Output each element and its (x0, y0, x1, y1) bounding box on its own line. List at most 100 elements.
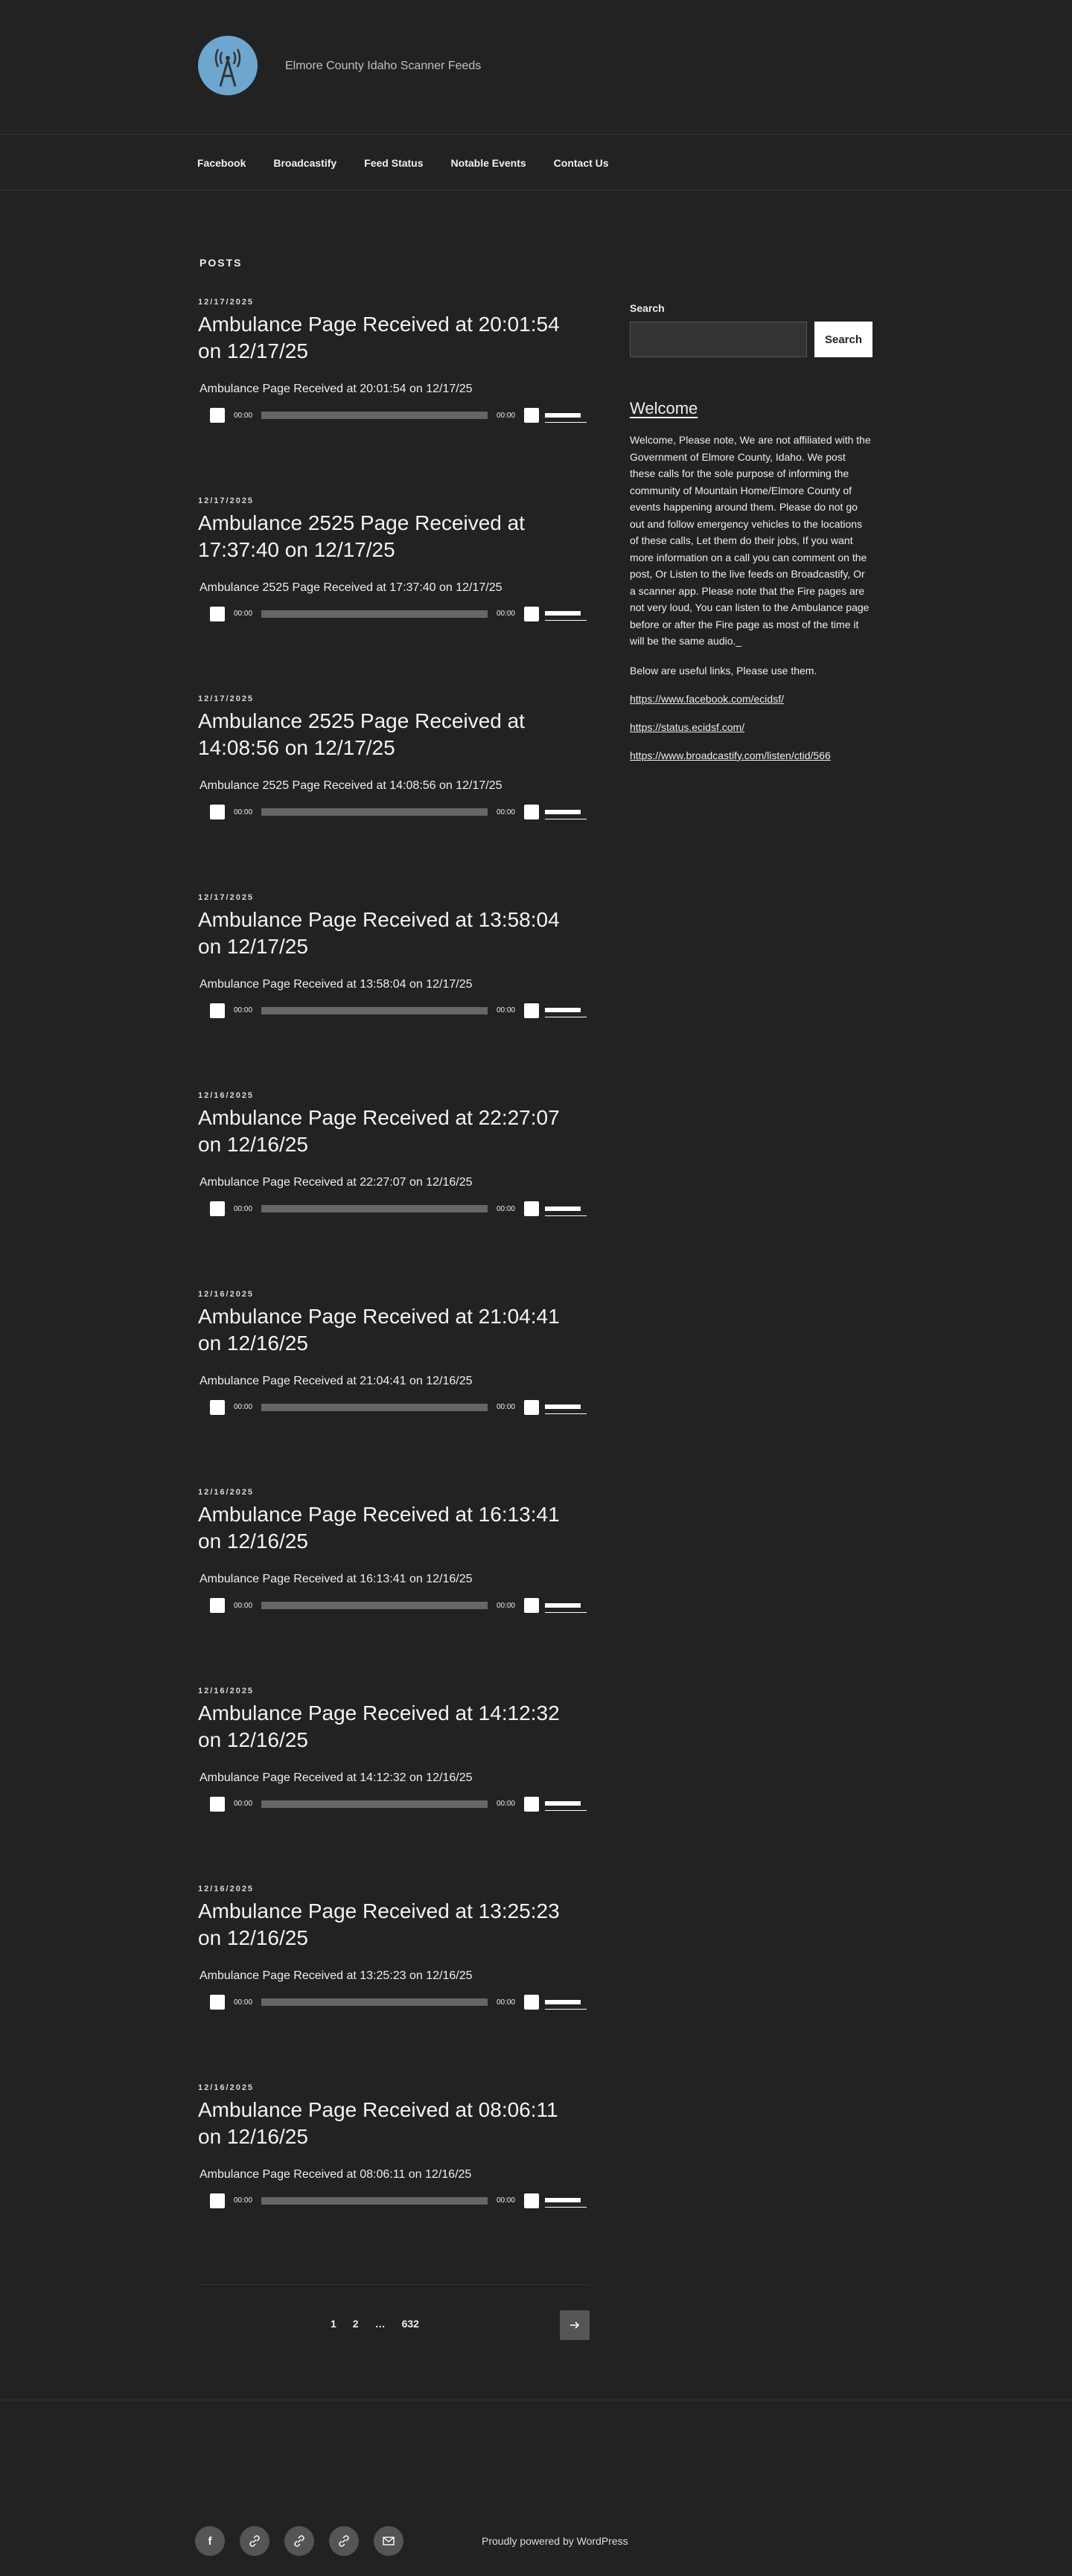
nav-item-notable-events[interactable]: Notable Events (451, 157, 526, 169)
duration-time: 00:00 (496, 1204, 515, 1213)
play-button[interactable] (210, 2193, 225, 2208)
link-icon[interactable] (240, 2526, 269, 2556)
facebook-link[interactable]: https://www.facebook.com/ecidsf/ (630, 693, 872, 705)
post-list: 12/17/2025 Ambulance Page Received at 20… (198, 298, 587, 2281)
audio-progress-bar[interactable] (261, 808, 488, 816)
duration-time: 00:00 (496, 1006, 515, 1014)
post-title[interactable]: Ambulance Page Received at 13:25:23 on 1… (198, 1898, 585, 1952)
audio-progress-bar[interactable] (261, 412, 488, 419)
mute-button[interactable] (524, 606, 539, 621)
play-button[interactable] (210, 1003, 225, 1018)
post-excerpt: Ambulance Page Received at 13:25:23 on 1… (200, 1969, 473, 1982)
play-button[interactable] (210, 1796, 225, 1812)
page-link-1[interactable]: 1 (331, 2318, 336, 2330)
play-icon (215, 1007, 220, 1014)
status-link[interactable]: https://status.ecidsf.com/ (630, 721, 872, 733)
play-button[interactable] (210, 805, 225, 819)
chain-link-glyph (249, 2535, 260, 2547)
post-date[interactable]: 12/16/2025 (198, 1885, 587, 1893)
arrow-right-icon (570, 2321, 580, 2329)
volume-slider[interactable] (545, 1599, 587, 1613)
audio-player: 00:00 00:00 (200, 802, 587, 822)
page-link-last[interactable]: 632 (402, 2318, 419, 2330)
site-logo[interactable] (198, 36, 258, 95)
post-title[interactable]: Ambulance Page Received at 22:27:07 on 1… (198, 1105, 585, 1158)
post-title[interactable]: Ambulance Page Received at 08:06:11 on 1… (198, 2097, 585, 2150)
play-button[interactable] (210, 1598, 225, 1613)
link-icon[interactable] (284, 2526, 314, 2556)
post-title[interactable]: Ambulance 2525 Page Received at 17:37:40… (198, 510, 585, 563)
play-button[interactable] (210, 1201, 225, 1216)
search-input[interactable] (630, 322, 807, 357)
volume-slider[interactable] (545, 1797, 587, 1811)
search-button[interactable]: Search (814, 322, 872, 357)
site-description: Elmore County Idaho Scanner Feeds (285, 60, 482, 72)
audio-progress-bar[interactable] (261, 1403, 488, 1411)
mute-button[interactable] (524, 408, 539, 423)
volume-slider[interactable] (545, 1202, 587, 1216)
volume-slider[interactable] (545, 2193, 587, 2208)
post-date[interactable]: 12/17/2025 (198, 496, 587, 505)
broadcastify-link[interactable]: https://www.broadcastify.com/listen/ctid… (630, 750, 872, 761)
post-excerpt: Ambulance Page Received at 13:58:04 on 1… (200, 977, 473, 991)
audio-progress-bar[interactable] (261, 1800, 488, 1808)
next-page-button[interactable] (560, 2310, 590, 2340)
volume-slider[interactable] (545, 1400, 587, 1414)
volume-icon (529, 1800, 533, 1807)
post-date[interactable]: 12/16/2025 (198, 1687, 587, 1696)
play-button[interactable] (210, 606, 225, 621)
chain-link-glyph (339, 2535, 349, 2547)
post-item: 12/16/2025 Ambulance Page Received at 14… (198, 1687, 587, 1885)
play-button[interactable] (210, 408, 225, 423)
nav-item-feed-status[interactable]: Feed Status (364, 157, 423, 169)
nav-item-contact-us[interactable]: Contact Us (554, 157, 609, 169)
facebook-icon[interactable]: f (195, 2526, 225, 2556)
mute-button[interactable] (524, 805, 539, 819)
post-title[interactable]: Ambulance Page Received at 16:13:41 on 1… (198, 1501, 585, 1555)
audio-progress-bar[interactable] (261, 1205, 488, 1212)
nav-item-facebook[interactable]: Facebook (197, 157, 246, 169)
post-title[interactable]: Ambulance Page Received at 13:58:04 on 1… (198, 907, 585, 960)
post-date[interactable]: 12/17/2025 (198, 298, 587, 307)
social-links: f (195, 2526, 418, 2556)
mute-button[interactable] (524, 1796, 539, 1812)
audio-progress-bar[interactable] (261, 1006, 488, 1014)
post-date[interactable]: 12/16/2025 (198, 1290, 587, 1299)
mute-button[interactable] (524, 1399, 539, 1415)
mute-button[interactable] (524, 2193, 539, 2208)
post-date[interactable]: 12/17/2025 (198, 694, 587, 703)
audio-progress-bar[interactable] (261, 2196, 488, 2205)
volume-slider[interactable] (545, 1003, 587, 1017)
audio-progress-bar[interactable] (261, 1602, 488, 1609)
link-icon[interactable] (329, 2526, 359, 2556)
volume-slider[interactable] (545, 409, 587, 423)
mute-button[interactable] (524, 1995, 539, 2010)
post-title[interactable]: Ambulance Page Received at 21:04:41 on 1… (198, 1303, 585, 1357)
volume-slider[interactable] (545, 1995, 587, 2010)
post-title[interactable]: Ambulance Page Received at 14:12:32 on 1… (198, 1700, 585, 1754)
mail-icon[interactable] (374, 2526, 403, 2556)
post-date[interactable]: 12/17/2025 (198, 893, 587, 902)
post-date[interactable]: 12/16/2025 (198, 1091, 587, 1100)
post-title[interactable]: Ambulance Page Received at 20:01:54 on 1… (198, 311, 585, 365)
mute-button[interactable] (524, 1003, 539, 1018)
volume-slider[interactable] (545, 607, 587, 621)
page-link-2[interactable]: 2 (353, 2318, 359, 2330)
duration-time: 00:00 (496, 1403, 515, 1411)
post-item: 12/16/2025 Ambulance Page Received at 16… (198, 1488, 587, 1687)
sidebar: Search Search Welcome Welcome, Please no… (630, 302, 872, 761)
mute-button[interactable] (524, 1201, 539, 1216)
audio-progress-bar[interactable] (261, 1998, 488, 2006)
volume-slider[interactable] (545, 805, 587, 819)
audio-progress-bar[interactable] (261, 610, 488, 618)
audio-player: 00:00 00:00 (200, 1198, 587, 1219)
play-button[interactable] (210, 1995, 225, 2010)
play-icon (215, 1602, 220, 1608)
nav-item-broadcastify[interactable]: Broadcastify (273, 157, 336, 169)
post-date[interactable]: 12/16/2025 (198, 1488, 587, 1497)
post-title[interactable]: Ambulance 2525 Page Received at 14:08:56… (198, 708, 585, 761)
mute-button[interactable] (524, 1598, 539, 1613)
powered-by[interactable]: Proudly powered by WordPress (482, 2535, 628, 2547)
play-button[interactable] (210, 1399, 225, 1415)
post-date[interactable]: 12/16/2025 (198, 2083, 587, 2092)
